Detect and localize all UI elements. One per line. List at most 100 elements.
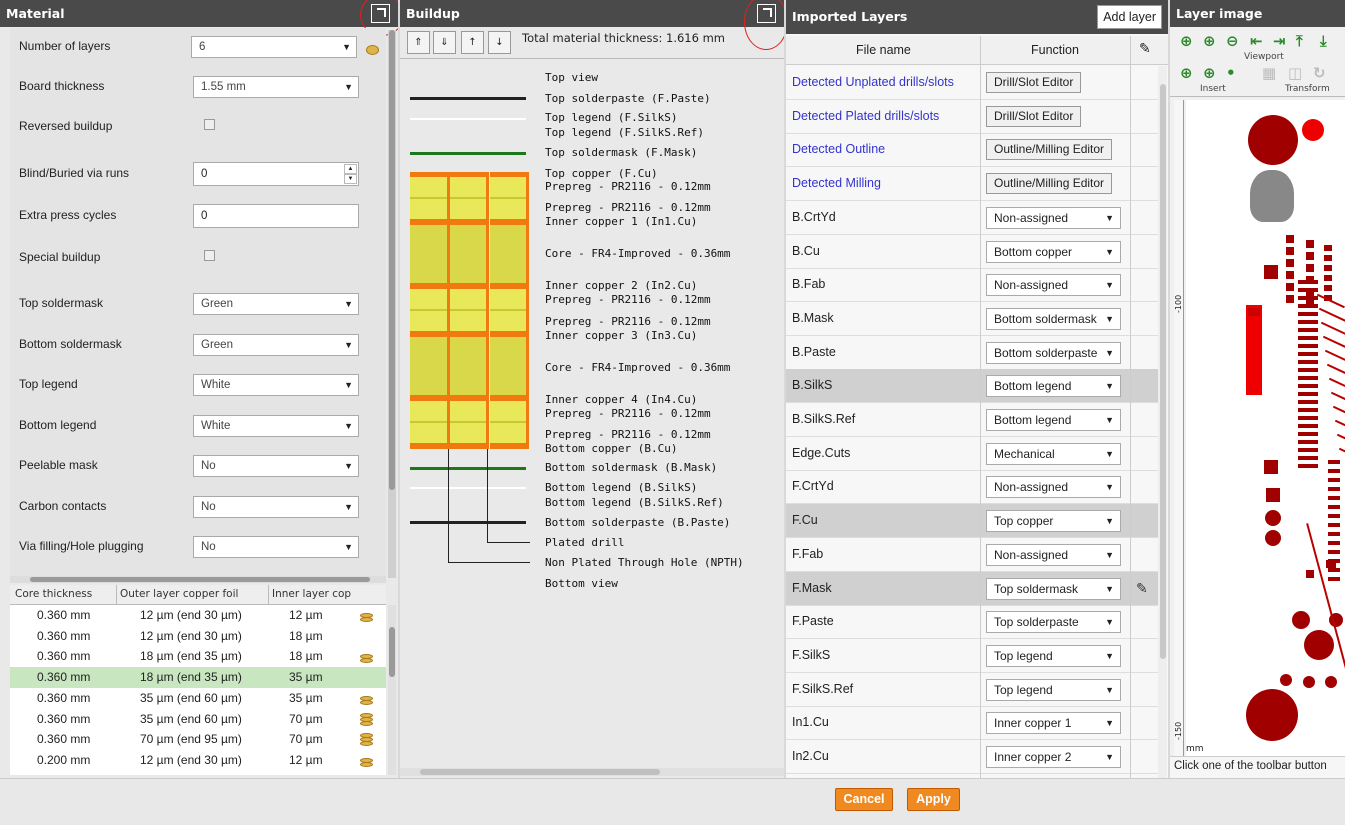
function-select[interactable]: Top copper ▼ [986,510,1121,533]
imported-layer-row[interactable]: In1.Cu Inner copper 1 ▼ [786,706,1158,741]
imported-layer-row[interactable]: B.Cu Bottom copper ▼ [786,235,1158,269]
imported-layer-row[interactable]: B.CrtYd Non-assigned ▼ [786,201,1158,235]
imported-layer-row[interactable]: Detected Unplated drills/slots Drill/Slot… [786,66,1158,100]
imported-layer-row[interactable]: F.Paste Top solderpaste ▼ [786,605,1158,640]
mirror-icon[interactable]: ▦ [1262,64,1276,82]
spin-down-icon[interactable]: ▼ [344,174,357,184]
field-select[interactable]: Green ▼ [193,293,359,315]
insert-point-icon[interactable]: ⊕ [1180,64,1193,82]
pencil-icon[interactable]: ✎ [1136,581,1148,597]
function-select[interactable]: Top legend ▼ [986,678,1121,701]
function-select[interactable]: Top soldermask ▼ [986,577,1121,600]
add-layer-button[interactable]: Add layer [1097,5,1162,29]
core-table-row[interactable]: 0.360 mm 18 µm (end 35 µm) 35 µm [10,667,386,689]
zoom-in-icon[interactable]: ⊕ [1203,32,1216,50]
field-select[interactable]: 6 ▼ [191,36,357,58]
move-down-icon[interactable]: ⇓ [433,31,456,54]
function-select[interactable]: Non-assigned ▼ [986,543,1121,566]
layer-file-name[interactable]: Detected Milling [792,176,881,190]
field-select[interactable]: Green ▼ [193,334,359,356]
field-select[interactable]: No ▼ [193,536,359,558]
imported-scrollbar[interactable] [1158,66,1167,778]
editor-button[interactable]: Drill/Slot Editor [986,72,1082,93]
imported-layer-row[interactable]: Detected Outline Outline/Milling Editor [786,133,1158,168]
imported-layer-row[interactable]: F.Cu Top copper ▼ [786,504,1158,539]
scroll-thumb[interactable] [389,627,395,677]
move-top-icon[interactable]: ↑ [461,31,484,54]
align-left-icon[interactable]: ⇤ [1250,32,1263,50]
function-select[interactable]: Top solderpaste ▼ [986,611,1121,634]
spin-up-icon[interactable]: ▲ [344,164,357,174]
align-top-icon[interactable]: ⤒ [1296,32,1303,50]
flip-icon[interactable]: ◫ [1288,64,1302,82]
apply-button[interactable]: Apply [907,788,960,811]
imported-layer-row[interactable]: Edge.Cuts Mechanical ▼ [786,437,1158,471]
layer-canvas[interactable] [1186,100,1345,756]
layer-file-name[interactable]: Detected Unplated drills/slots [792,75,954,89]
imported-layer-row[interactable]: B.SilkS Bottom legend ▼ [786,369,1158,404]
function-select[interactable]: Bottom solderpaste ▼ [986,341,1121,364]
function-select[interactable]: Inner copper 2 ▼ [986,746,1121,768]
pencil-icon[interactable]: ✎ [1139,41,1151,57]
imported-layer-row[interactable]: F.SilkS.Ref Top legend ▼ [786,673,1158,707]
imported-layer-row[interactable]: B.SilkS.Ref Bottom legend ▼ [786,403,1158,437]
field-select[interactable]: White ▼ [193,374,359,396]
editor-button[interactable]: Outline/Milling Editor [986,173,1113,195]
insert-line-icon[interactable]: ⊕ [1203,64,1216,82]
field-select[interactable]: 1.55 mm ▼ [193,76,359,98]
function-select[interactable]: Bottom legend ▼ [986,409,1121,431]
layer-file-name[interactable]: Detected Outline [792,142,885,156]
core-table-scrollbar[interactable] [388,605,396,775]
field-input[interactable]: 0 [193,204,359,228]
rotate-icon[interactable]: ↻ [1313,64,1326,82]
move-bottom-icon[interactable]: ↓ [488,31,511,54]
function-select[interactable]: Non-assigned ▼ [986,274,1121,297]
function-select[interactable]: Top legend ▼ [986,644,1121,667]
zoom-out-icon[interactable]: ⊖ [1226,32,1239,50]
core-table-row[interactable]: 0.200 mm 12 µm (end 30 µm) 12 µm [10,750,386,771]
field-select[interactable]: White ▼ [193,415,359,437]
core-table-row[interactable]: 0.360 mm 35 µm (end 60 µm) 70 µm [10,709,386,730]
field-spinner[interactable]: 0 ▲ ▼ [193,162,359,186]
material-hscrollbar[interactable] [10,576,386,583]
function-select[interactable]: Bottom legend ▼ [986,375,1121,398]
scroll-thumb[interactable] [389,30,395,490]
imported-layer-row[interactable]: F.Mask Top soldermask ▼ ✎ [786,571,1158,606]
scroll-thumb[interactable] [1160,84,1166,659]
hscroll-thumb[interactable] [30,577,370,582]
imported-layer-row[interactable]: B.Mask Bottom soldermask ▼ [786,302,1158,336]
function-select[interactable]: Non-assigned ▼ [986,476,1121,499]
cancel-button[interactable]: Cancel [835,788,893,811]
imported-layer-row[interactable]: F.CrtYd Non-assigned ▼ [786,470,1158,505]
layer-file-name[interactable]: Detected Plated drills/slots [792,109,939,123]
editor-button[interactable]: Drill/Slot Editor [986,105,1082,127]
core-table-row[interactable]: 0.360 mm 18 µm (end 35 µm) 18 µm [10,646,386,667]
field-checkbox[interactable] [204,119,215,130]
align-bottom-icon[interactable]: ⤓ [1320,32,1327,50]
material-scrollbar[interactable] [388,30,396,578]
imported-layer-row[interactable]: F.SilkS Top legend ▼ [786,639,1158,673]
imported-layer-row[interactable]: B.Paste Bottom solderpaste ▼ [786,336,1158,370]
hscroll-thumb[interactable] [420,769,660,775]
field-checkbox[interactable] [204,250,215,261]
core-table-row[interactable]: 0.360 mm 12 µm (end 30 µm) 12 µm [10,605,386,626]
insert-dots-icon[interactable]: • [1226,64,1236,82]
function-select[interactable]: Non-assigned ▼ [986,206,1121,229]
imported-layer-row[interactable]: F.Fab Non-assigned ▼ [786,538,1158,572]
zoom-fit-icon[interactable]: ⊕ [1180,32,1193,50]
core-table-row[interactable]: 0.360 mm 70 µm (end 95 µm) 70 µm [10,729,386,750]
editor-button[interactable]: Outline/Milling Editor [986,139,1113,161]
imported-layer-row[interactable]: B.Fab Non-assigned ▼ [786,268,1158,303]
function-select[interactable]: Bottom soldermask ▼ [986,307,1121,330]
imported-layer-row[interactable]: In2.Cu Inner copper 2 ▼ [786,740,1158,774]
core-table-row[interactable]: 0.360 mm 35 µm (end 60 µm) 35 µm [10,688,386,709]
imported-layer-row[interactable]: Detected Milling Outline/Milling Editor [786,167,1158,202]
imported-layer-row[interactable]: Detected Plated drills/slots Drill/Slot E… [786,100,1158,134]
function-select[interactable]: Bottom copper ▼ [986,240,1121,263]
move-up-icon[interactable]: ⇑ [407,31,430,54]
field-select[interactable]: No ▼ [193,496,359,518]
field-select[interactable]: No ▼ [193,455,359,477]
buildup-hscrollbar[interactable] [400,768,784,776]
core-table-row[interactable]: 0.360 mm 12 µm (end 30 µm) 18 µm [10,626,386,647]
function-select[interactable]: Inner copper 1 ▼ [986,712,1121,735]
